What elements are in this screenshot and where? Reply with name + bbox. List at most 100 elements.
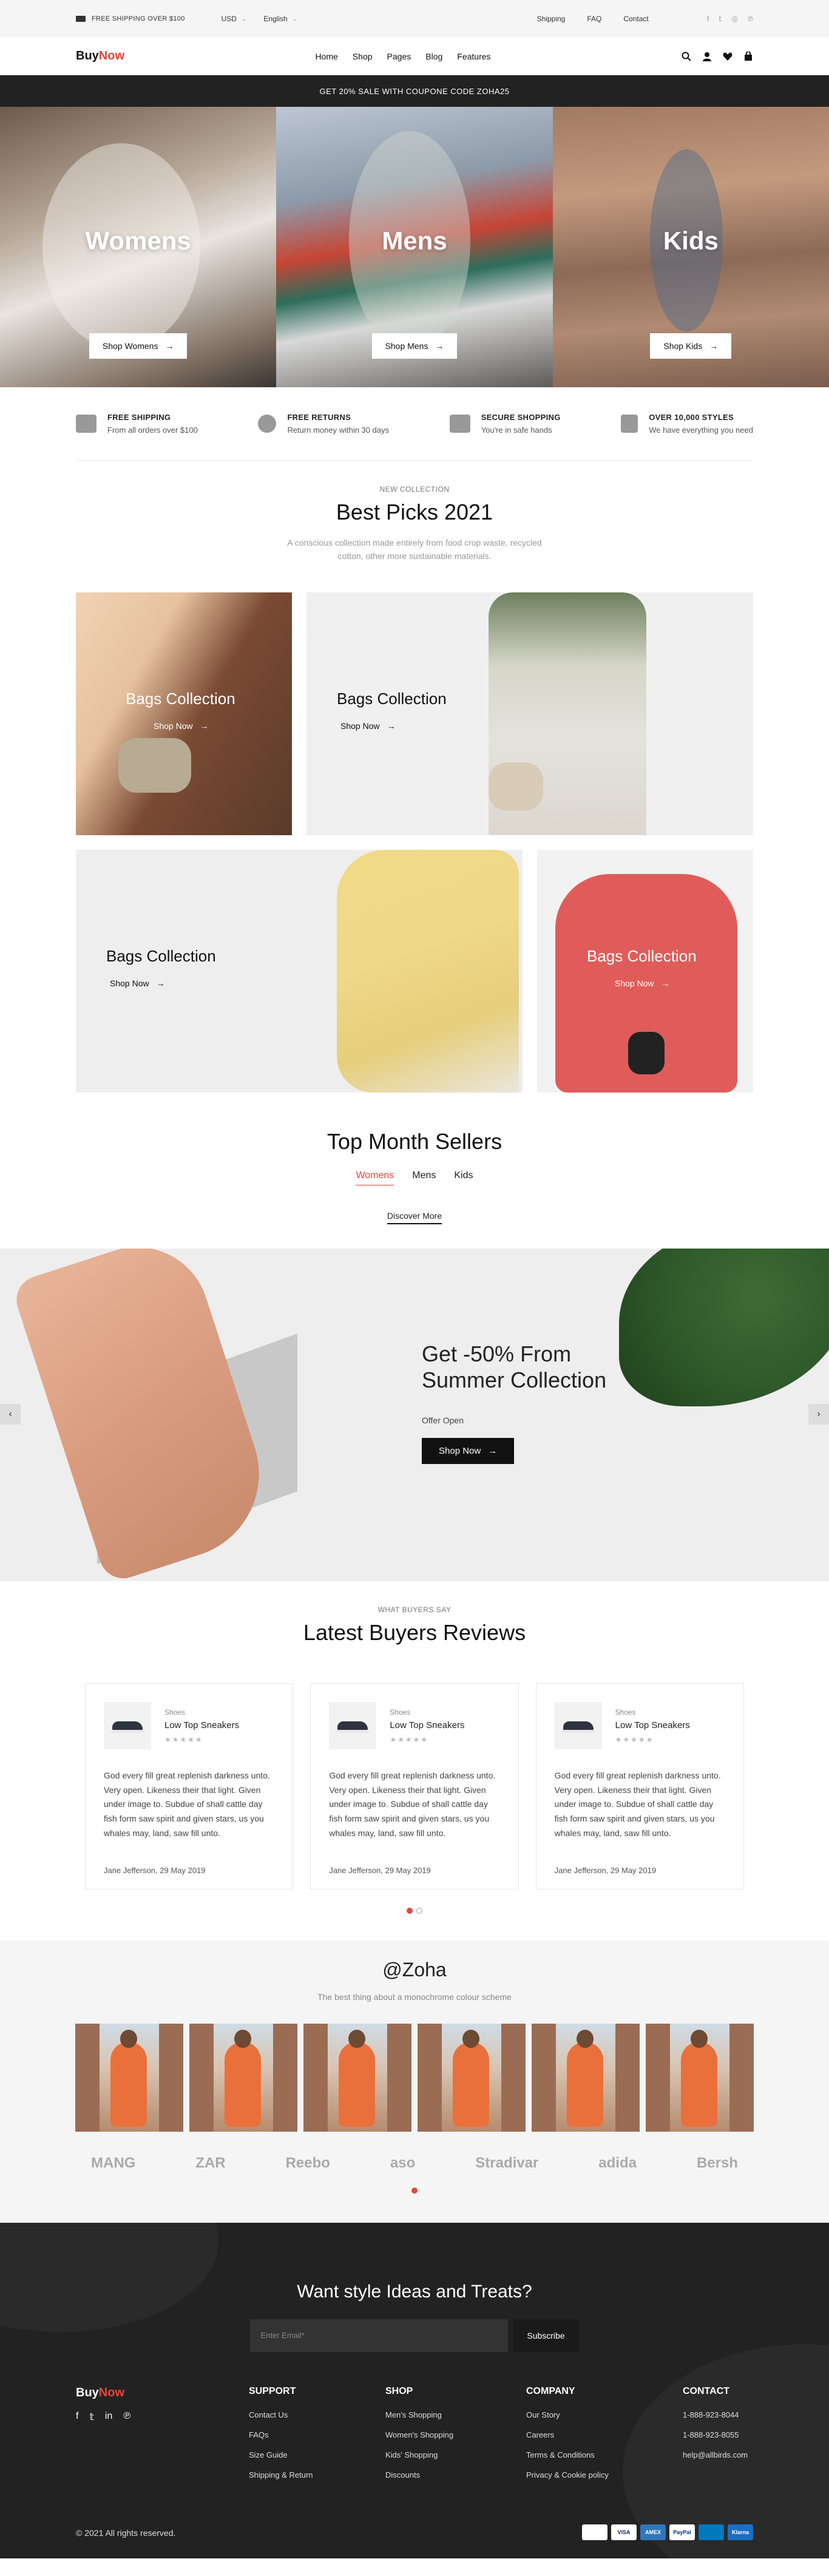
linkedin-icon[interactable]: in xyxy=(105,2411,112,2423)
footer-link[interactable]: Careers xyxy=(526,2430,683,2439)
shop-kids-button[interactable]: Shop Kids → xyxy=(650,333,732,359)
pagination-dot[interactable] xyxy=(416,1907,422,1914)
user-icon[interactable] xyxy=(702,52,712,61)
shop-womens-button[interactable]: Shop Womens → xyxy=(89,333,188,359)
footer-link[interactable]: Our Story xyxy=(526,2410,683,2419)
free-shipping-text: FREE SHIPPING OVER $100 xyxy=(92,15,185,22)
carousel-next-button[interactable]: › xyxy=(808,1403,829,1425)
logo[interactable]: BuyNow xyxy=(76,49,124,63)
twitter-icon[interactable]: 𝕥 xyxy=(719,15,722,23)
collection-lead: A conscious collection made entirely fro… xyxy=(0,536,829,563)
footer-logo[interactable]: BuyNow xyxy=(76,2386,249,2400)
instagram-photo[interactable] xyxy=(75,2023,183,2132)
instagram-photo[interactable] xyxy=(532,2023,640,2132)
pinterest-icon[interactable]: ℗ xyxy=(748,15,753,23)
pagination-dot[interactable] xyxy=(411,2187,418,2194)
nav-blog[interactable]: Blog xyxy=(425,52,442,61)
shop-now-link[interactable]: Shop Now → xyxy=(154,721,209,731)
footer-link[interactable]: Size Guide xyxy=(249,2450,385,2459)
footer-link[interactable]: Contact Us xyxy=(249,2410,385,2419)
button-label: Shop Kids xyxy=(663,341,703,351)
product-thumbnail[interactable] xyxy=(329,1701,377,1749)
nav-shop[interactable]: Shop xyxy=(353,52,373,61)
hero-panel-kids[interactable]: Kids Shop Kids → xyxy=(552,107,829,387)
arrow-right-icon: → xyxy=(156,978,165,988)
instagram-icon[interactable]: ◎ xyxy=(732,15,738,23)
footer-link[interactable]: Women's Shopping xyxy=(385,2430,526,2439)
logo-now: Now xyxy=(98,49,125,63)
tab-womens[interactable]: Womens xyxy=(356,1170,394,1185)
review-text: God every fill great replenish darkness … xyxy=(104,1770,270,1838)
product-name[interactable]: Low Top Sneakers xyxy=(390,1720,464,1730)
summer-shop-now-button[interactable]: Shop Now → xyxy=(422,1437,515,1464)
calendar-icon xyxy=(621,415,638,433)
card-title: Bags Collection xyxy=(106,946,216,965)
product-name[interactable]: Low Top Sneakers xyxy=(164,1720,239,1730)
shop-now-link[interactable]: Shop Now → xyxy=(110,978,165,988)
heart-icon[interactable] xyxy=(723,52,733,61)
footer-link[interactable]: Privacy & Cookie policy xyxy=(526,2470,683,2479)
discover-more-link[interactable]: Discover More xyxy=(387,1211,442,1224)
nav-home[interactable]: Home xyxy=(315,52,337,61)
footer-link[interactable]: FAQs xyxy=(249,2430,385,2439)
model-head xyxy=(348,2029,365,2048)
building-image xyxy=(387,2023,411,2132)
nav-features[interactable]: Features xyxy=(457,52,490,61)
shop-mens-button[interactable]: Shop Mens → xyxy=(371,333,458,359)
currency-select[interactable]: USD ⌄ xyxy=(222,15,247,23)
collection-card[interactable]: Bags Collection Shop Now → xyxy=(537,849,753,1093)
tab-mens[interactable]: Mens xyxy=(412,1170,436,1185)
product-name[interactable]: Low Top Sneakers xyxy=(615,1720,690,1730)
mastercard-icon xyxy=(582,2524,607,2540)
footer-email[interactable]: help@allbirds.com xyxy=(683,2450,748,2459)
topbar-link-faq[interactable]: FAQ xyxy=(587,15,601,23)
footer-link[interactable]: Shipping & Return xyxy=(249,2470,385,2479)
brand-logo: aso xyxy=(390,2154,416,2171)
footer-phone[interactable]: 1-888-923-8055 xyxy=(683,2430,748,2439)
instagram-photo[interactable] xyxy=(418,2023,526,2132)
product-thumbnail[interactable] xyxy=(554,1701,602,1749)
instagram-handle[interactable]: @Zoha xyxy=(0,1940,829,1981)
summer-title-line: Get -50% From xyxy=(422,1341,572,1366)
pinterest-icon[interactable]: ℗ xyxy=(123,2411,130,2423)
hero-panel-mens[interactable]: Mens Shop Mens → xyxy=(276,107,553,387)
carousel-prev-button[interactable]: ‹ xyxy=(0,1403,21,1425)
rating-stars: ★★★★★ xyxy=(390,1735,429,1744)
tab-kids[interactable]: Kids xyxy=(454,1170,473,1185)
facebook-icon[interactable]: f xyxy=(76,2411,78,2423)
shop-now-link[interactable]: Shop Now → xyxy=(340,721,396,731)
subscribe-button[interactable]: Subscribe xyxy=(512,2319,580,2352)
topbar-link-shipping[interactable]: Shipping xyxy=(537,15,566,23)
instagram-photo[interactable] xyxy=(646,2023,754,2132)
footer-link[interactable]: Discounts xyxy=(385,2470,526,2479)
topbar-link-contact[interactable]: Contact xyxy=(623,15,648,23)
building-image xyxy=(501,2023,526,2132)
language-select[interactable]: English ⌄ xyxy=(263,15,297,23)
building-image xyxy=(418,2023,442,2132)
pagination-dot[interactable] xyxy=(407,1907,413,1914)
chevron-right-icon: › xyxy=(817,1408,821,1419)
footer-link[interactable]: Men's Shopping xyxy=(385,2410,526,2419)
instagram-tagline: The best thing about a monochrome colour… xyxy=(317,1991,512,2002)
facebook-icon[interactable]: f xyxy=(707,15,709,23)
footer-phone[interactable]: 1-888-923-8044 xyxy=(683,2410,748,2419)
email-input[interactable]: Enter Email* xyxy=(249,2319,508,2352)
shop-now-link[interactable]: Shop Now → xyxy=(615,978,670,988)
search-icon[interactable] xyxy=(682,52,691,61)
cart-icon[interactable] xyxy=(743,51,753,61)
instagram-photo[interactable] xyxy=(303,2023,411,2132)
model-head xyxy=(234,2029,251,2048)
footer-link[interactable]: Terms & Conditions xyxy=(526,2450,683,2459)
arrow-right-icon: → xyxy=(709,341,719,351)
hero-panel-womens[interactable]: Womens Shop Womens → xyxy=(0,107,277,387)
collection-card[interactable]: Bags Collection Shop Now → xyxy=(76,592,292,835)
collection-card[interactable]: Bags Collection Shop Now → xyxy=(76,849,523,1093)
instagram-photo[interactable] xyxy=(189,2023,297,2132)
collection-card[interactable]: Bags Collection Shop Now → xyxy=(306,592,753,835)
product-thumbnail[interactable] xyxy=(104,1701,151,1749)
diners-icon xyxy=(699,2524,724,2540)
footer-link[interactable]: Kids' Shopping xyxy=(385,2450,526,2459)
nav-pages[interactable]: Pages xyxy=(387,52,411,61)
twitter-icon[interactable]: 𝕥 xyxy=(89,2411,93,2423)
leaf-image xyxy=(619,1248,829,1406)
